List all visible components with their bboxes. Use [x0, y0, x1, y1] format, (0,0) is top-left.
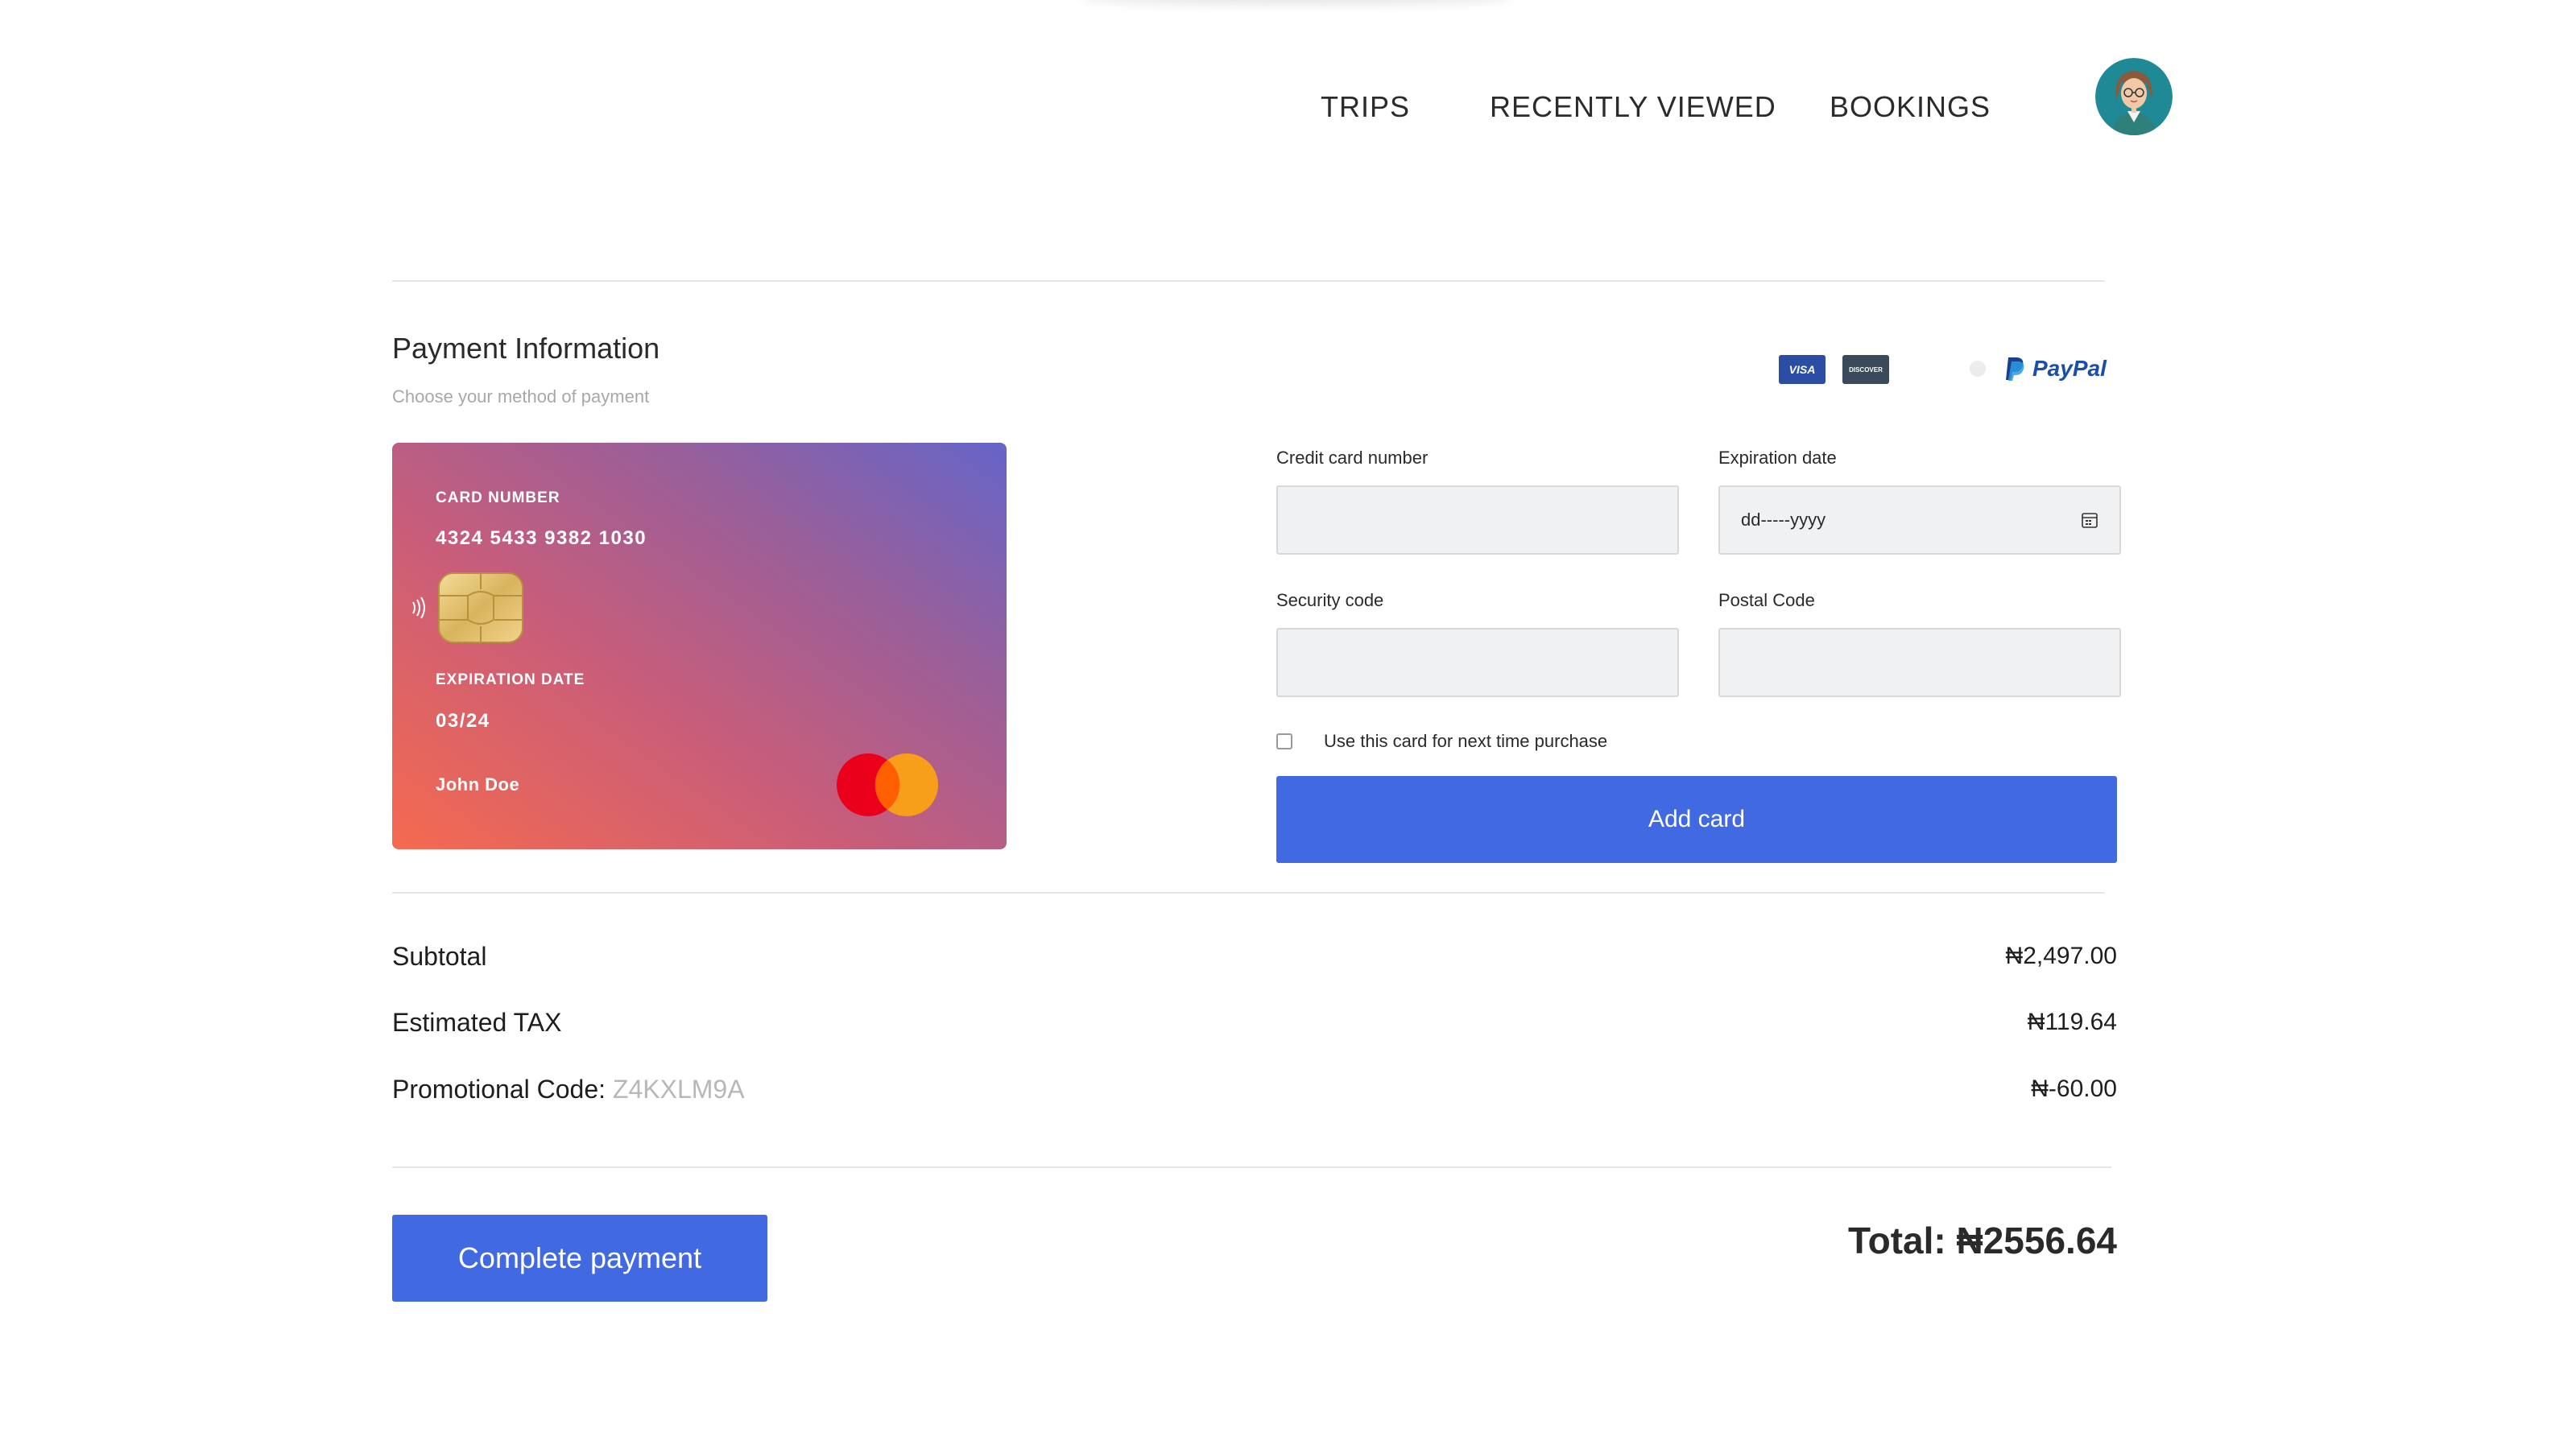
page-title: Payment Information: [392, 332, 660, 365]
avatar-icon: [2095, 58, 2173, 135]
security-code-input[interactable]: [1276, 628, 1679, 697]
add-card-button[interactable]: Add card: [1276, 776, 2117, 863]
nav-item-bookings[interactable]: BOOKINGS: [1830, 90, 1991, 124]
payment-page: TRIPS RECENTLY VIEWED BOOKINGS Payment I…: [0, 0, 2576, 1449]
paypal-radio[interactable]: [1970, 361, 1986, 377]
security-code-label: Security code: [1276, 590, 1384, 610]
paypal-label: PayPal: [2032, 356, 2107, 381]
paypal-icon: [2006, 357, 2024, 381]
expiration-date-placeholder: dd-----yyyy: [1741, 510, 1826, 530]
save-card-label[interactable]: Use this card for next time purchase: [1324, 731, 1607, 752]
mastercard-icon: [837, 753, 938, 816]
summary-divider: [392, 1166, 2111, 1168]
page-subtitle: Choose your method of payment: [392, 386, 650, 407]
postal-code-label: Postal Code: [1718, 590, 1815, 610]
card-number-label: CARD NUMBER: [436, 489, 560, 506]
card-expiry: 03/24: [436, 710, 490, 732]
total-amount: Total: ₦2556.64: [1847, 1220, 2117, 1261]
nav-item-trips[interactable]: TRIPS: [1321, 90, 1410, 124]
discover-icon[interactable]: DISCOVER: [1842, 355, 1889, 384]
contactless-icon: [412, 597, 425, 619]
tax-label: Estimated TAX: [392, 1008, 562, 1037]
card-number-field-label: Credit card number: [1276, 448, 1429, 468]
expiration-date-input[interactable]: dd-----yyyy: [1718, 485, 2121, 555]
subtotal-label: Subtotal: [392, 942, 487, 971]
chip-icon: [438, 572, 523, 643]
promo-code: Z4KXLM9A: [612, 1075, 745, 1104]
expiration-date-label: Expiration date: [1718, 448, 1837, 468]
user-avatar[interactable]: [2095, 58, 2173, 135]
card-number-input[interactable]: [1276, 485, 1679, 555]
complete-payment-button[interactable]: Complete payment: [392, 1215, 767, 1302]
credit-card-preview: CARD NUMBER 4324 5433 9382 1030 EXPIRATI…: [392, 443, 1007, 849]
promo-label: Promotional Code:: [392, 1075, 613, 1104]
postal-code-input[interactable]: [1718, 628, 2121, 697]
promo-value: ₦-60.00: [2031, 1075, 2117, 1102]
header-divider: [392, 280, 2105, 282]
card-number: 4324 5433 9382 1030: [436, 527, 647, 549]
calendar-icon[interactable]: [2081, 511, 2098, 529]
subtotal-value: ₦2,497.00: [2005, 943, 2117, 969]
visa-icon[interactable]: VISA: [1779, 355, 1826, 384]
promo-row: Promotional Code: Z4KXLM9A: [392, 1075, 745, 1104]
card-holder: John Doe: [436, 774, 520, 795]
form-divider: [392, 892, 2105, 894]
top-nav: TRIPS RECENTLY VIEWED BOOKINGS: [0, 90, 2576, 138]
tax-value: ₦119.64: [2027, 1009, 2117, 1035]
card-expiry-label: EXPIRATION DATE: [436, 671, 585, 688]
nav-item-recently-viewed[interactable]: RECENTLY VIEWED: [1490, 90, 1776, 124]
paypal-option[interactable]: PayPal: [2005, 353, 2107, 385]
save-card-checkbox[interactable]: [1276, 733, 1292, 749]
